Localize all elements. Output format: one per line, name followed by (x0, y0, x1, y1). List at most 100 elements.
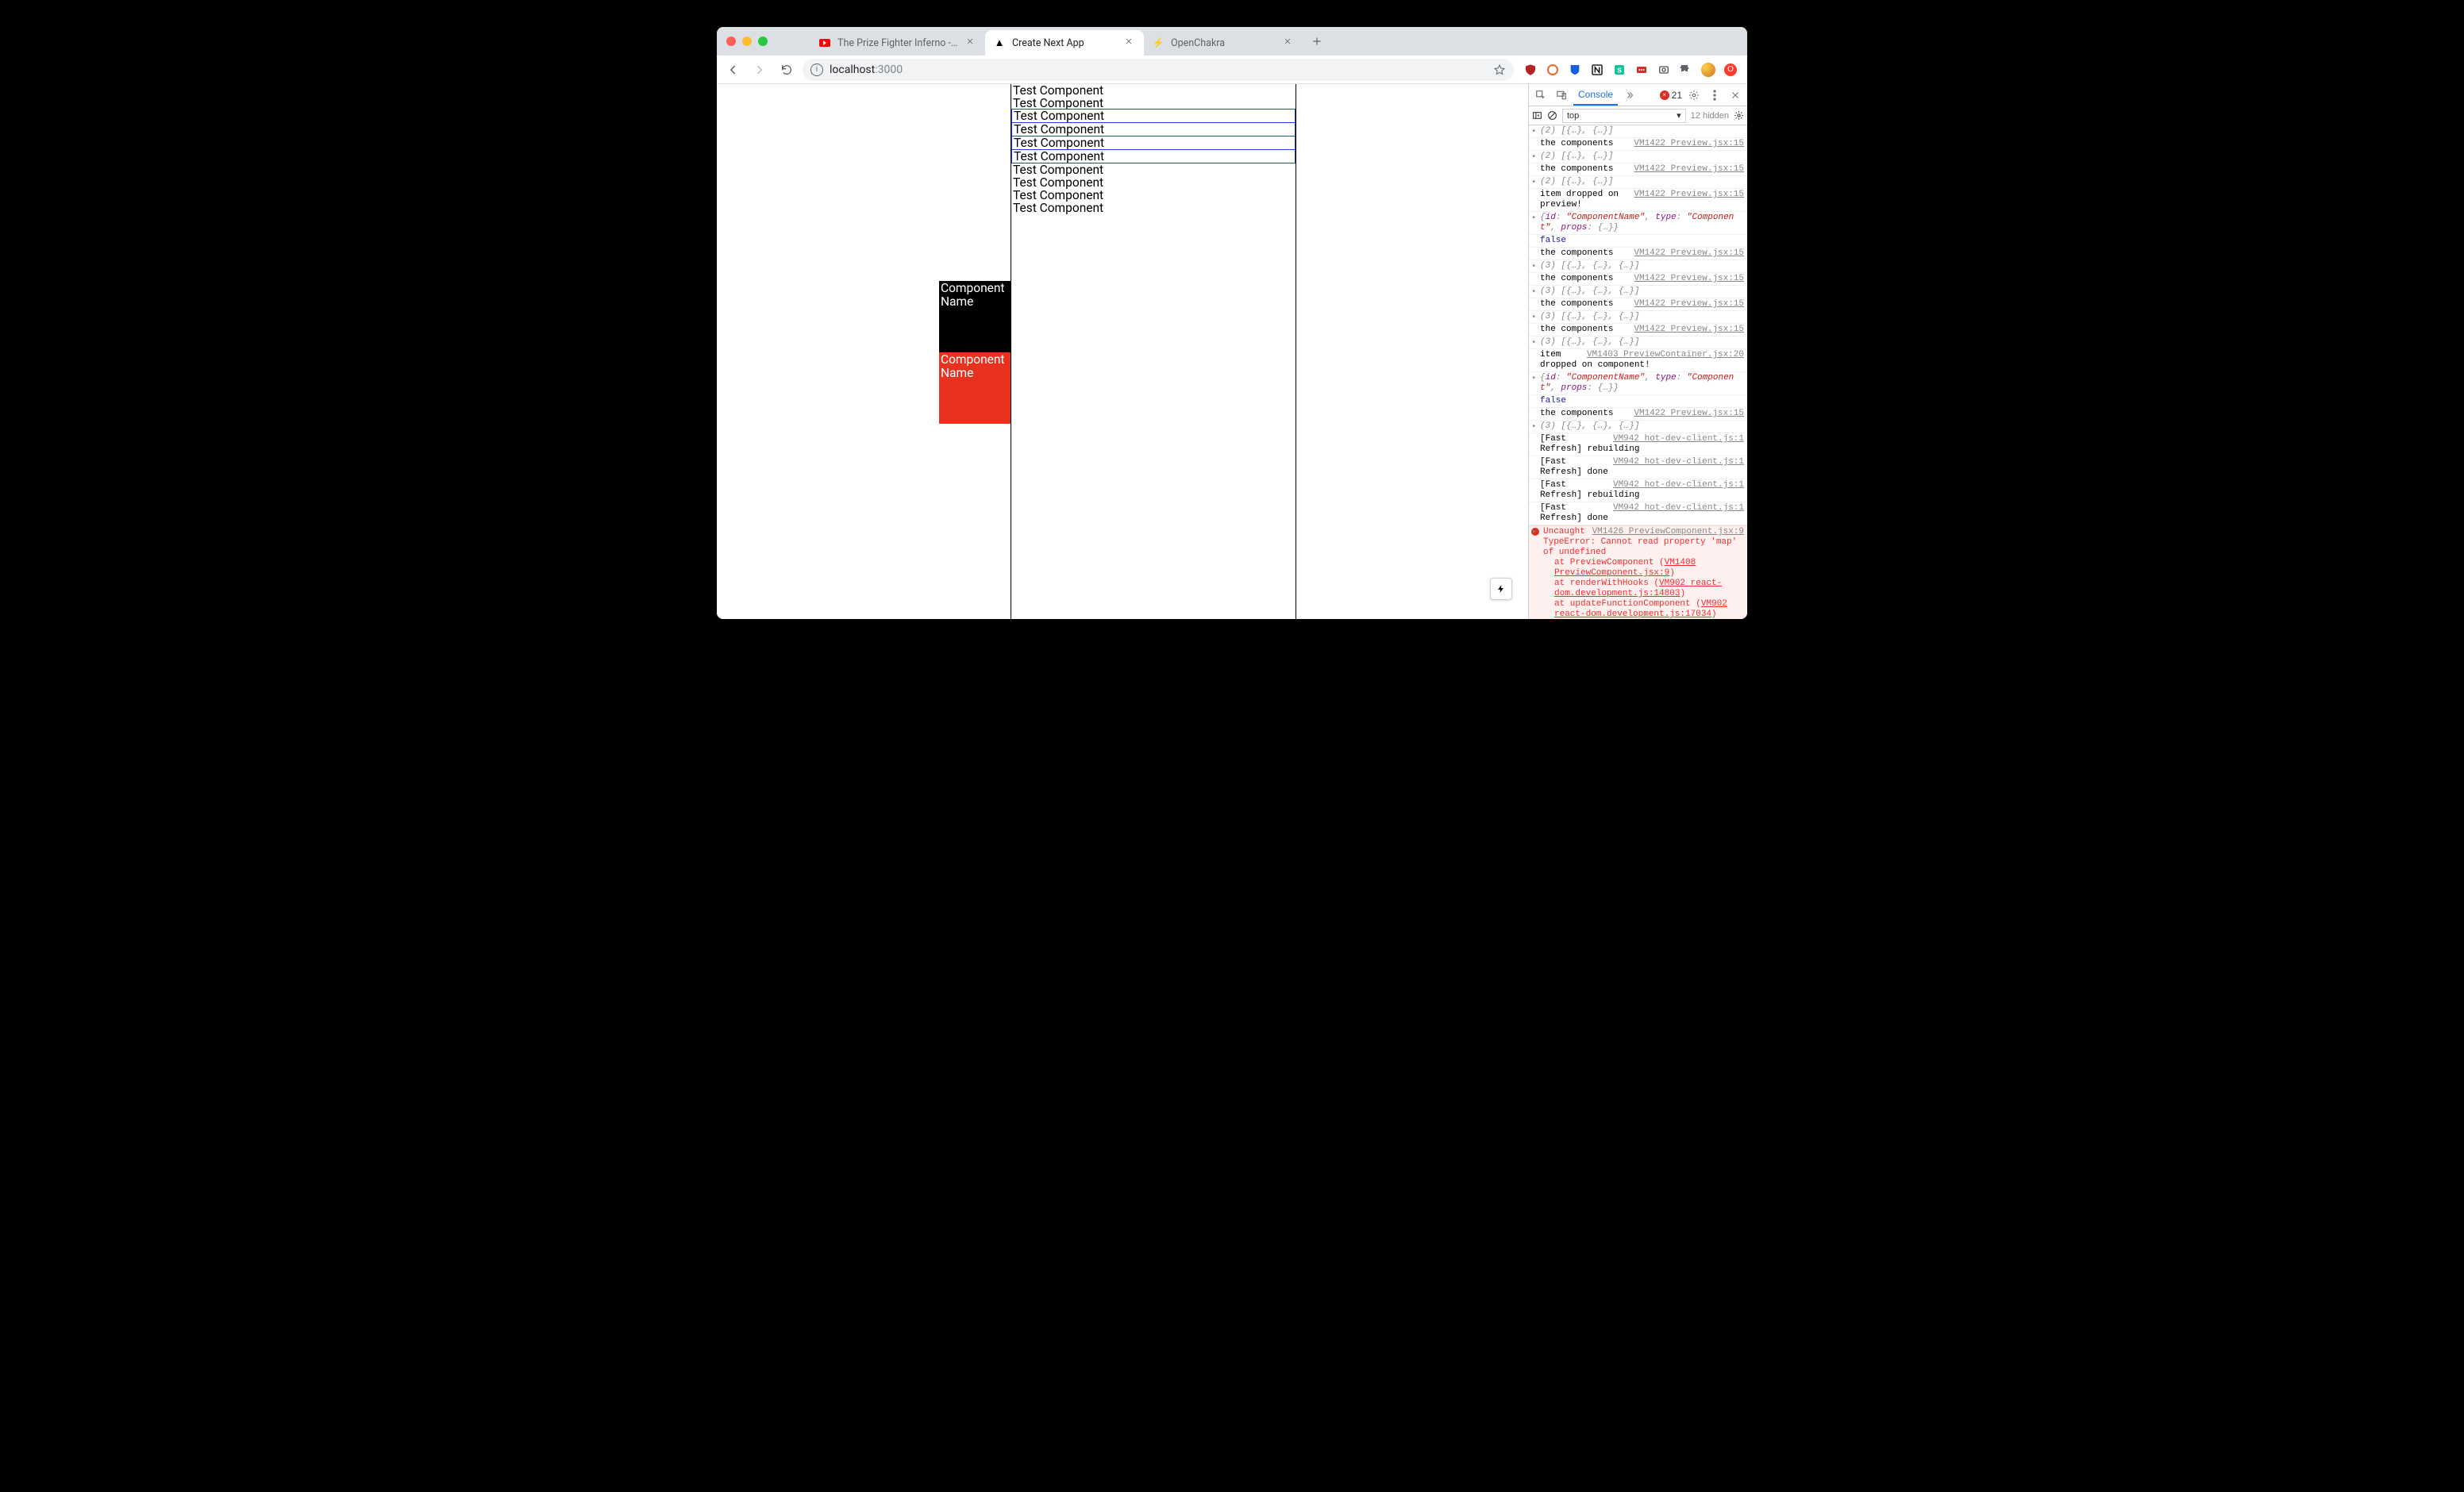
console-message[interactable]: false (1529, 395, 1747, 408)
clear-console-button[interactable] (1547, 110, 1557, 121)
browser-tab[interactable]: ⚡OpenChakra (1144, 30, 1303, 56)
source-link[interactable]: VM942 hot-dev-client.js:1 (1613, 434, 1744, 444)
maximize-window-button[interactable] (758, 37, 768, 46)
console-message[interactable]: (3) [{…}, {…}, {…}] (1529, 260, 1747, 273)
source-link[interactable]: VM1422 Preview.jsx:15 (1634, 299, 1744, 310)
inspect-element-button[interactable] (1532, 87, 1550, 104)
devtools-more-tabs[interactable] (1621, 87, 1638, 104)
preview-component-row[interactable]: Test Component (1011, 176, 1296, 189)
lastpass-icon[interactable] (1634, 63, 1649, 77)
console-message[interactable]: VM1422 Preview.jsx:15the components (1529, 298, 1747, 311)
minimize-window-button[interactable] (742, 37, 752, 46)
console-message[interactable]: VM942 hot-dev-client.js:1[Fast Refresh] … (1529, 456, 1747, 479)
address-bar[interactable]: i localhost:3000 (803, 59, 1514, 81)
tab-close-button[interactable] (1284, 37, 1295, 48)
console-message[interactable]: (2) [{…}, {…}] (1529, 151, 1747, 163)
hidden-messages-count[interactable]: 12 hidden (1691, 111, 1729, 121)
page-viewport[interactable]: Test ComponentTest ComponentTest Compone… (717, 84, 1528, 619)
notion-icon[interactable] (1590, 63, 1604, 77)
console-message[interactable]: VM1422 Preview.jsx:15the components (1529, 273, 1747, 286)
console-message[interactable]: VM1422 Preview.jsx:15the components (1529, 324, 1747, 336)
console-message[interactable]: (2) [{…}, {…}] (1529, 125, 1747, 138)
puzzle-icon[interactable] (1679, 63, 1693, 77)
preview-component-row[interactable]: Test Component (1011, 189, 1296, 202)
browser-tab[interactable]: ▲Create Next App (985, 30, 1144, 56)
source-link[interactable]: VM1422 Preview.jsx:15 (1634, 325, 1744, 335)
devtools-toolbar: Console × 21 (1529, 84, 1747, 106)
console-message[interactable]: (3) [{…}, {…}, {…}] (1529, 336, 1747, 349)
console-message[interactable]: VM942 hot-dev-client.js:1[Fast Refresh] … (1529, 479, 1747, 502)
avatar-icon[interactable] (1701, 63, 1715, 77)
source-link[interactable]: VM1422 Preview.jsx:15 (1634, 248, 1744, 259)
console-message[interactable]: (3) [{…}, {…}, {…}] (1529, 311, 1747, 324)
source-link[interactable]: VM1403 PreviewContainer.jsx:20 (1587, 350, 1744, 360)
console-sidebar-toggle[interactable] (1532, 110, 1542, 121)
console-message[interactable]: VM1422 Preview.jsx:15the components (1529, 163, 1747, 176)
bitwarden-icon[interactable] (1568, 63, 1582, 77)
bookmark-icon[interactable] (1493, 63, 1506, 76)
console-message[interactable]: VM942 hot-dev-client.js:1[Fast Refresh] … (1529, 433, 1747, 456)
devtools-settings-button[interactable] (1685, 87, 1703, 104)
browser-window: The Prize Fighter Inferno - Sta…▲Create … (717, 27, 1747, 619)
console-message[interactable]: {id: "ComponentName", type: "Component",… (1529, 212, 1747, 235)
dev-indicator-button[interactable] (1490, 578, 1512, 600)
palette-item[interactable]: Component Name (939, 281, 1011, 352)
source-link[interactable]: VM1422 Preview.jsx:15 (1634, 164, 1744, 175)
new-tab-button[interactable] (1306, 30, 1328, 52)
reload-button[interactable] (776, 59, 798, 81)
console-error-message[interactable]: VM1426 PreviewComponent.jsx:9Uncaught Ty… (1529, 525, 1747, 619)
preview-canvas[interactable]: Test ComponentTest ComponentTest Compone… (1011, 84, 1296, 619)
error-count-badge[interactable]: × 21 (1660, 90, 1682, 101)
preview-component-row[interactable]: Test Component (1011, 136, 1296, 150)
console-message[interactable]: (2) [{…}, {…}] (1529, 176, 1747, 189)
next-favicon-icon: ▲ (993, 37, 1006, 49)
console-message[interactable]: (3) [{…}, {…}, {…}] (1529, 421, 1747, 433)
preview-component-row[interactable]: Test Component (1011, 122, 1296, 137)
preview-component-row[interactable]: Test Component (1011, 163, 1296, 176)
o-circle-icon[interactable]: O (1723, 63, 1738, 77)
execution-context-selector[interactable]: top ▾ (1562, 109, 1686, 123)
console-message[interactable]: VM1422 Preview.jsx:15the components (1529, 138, 1747, 151)
forward-button[interactable] (749, 59, 771, 81)
console-message[interactable]: VM1422 Preview.jsx:15the components (1529, 248, 1747, 260)
console-message[interactable]: {id: "ComponentName", type: "Component",… (1529, 372, 1747, 395)
source-link[interactable]: VM1422 Preview.jsx:15 (1634, 409, 1744, 419)
console-log[interactable]: (2) [{…}, {…}]VM1422 Preview.jsx:15the c… (1529, 125, 1747, 619)
console-message[interactable]: (3) [{…}, {…}, {…}] (1529, 286, 1747, 298)
grammarly-icon[interactable]: S (1612, 63, 1627, 77)
devtools-tab-console[interactable]: Console (1573, 84, 1618, 106)
tab-close-button[interactable] (1125, 37, 1136, 48)
source-link[interactable]: VM1422 Preview.jsx:15 (1634, 139, 1744, 149)
console-settings-button[interactable] (1734, 110, 1744, 121)
palette-icon[interactable] (1546, 63, 1560, 77)
device-toolbar-button[interactable] (1553, 87, 1570, 104)
devtools-close-button[interactable] (1727, 87, 1744, 104)
console-message[interactable]: VM1403 PreviewContainer.jsx:20item dropp… (1529, 349, 1747, 372)
eyedropper-icon[interactable] (1657, 63, 1671, 77)
source-link[interactable]: VM1422 Preview.jsx:15 (1634, 274, 1744, 284)
browser-tab[interactable]: The Prize Fighter Inferno - Sta… (810, 30, 985, 56)
console-message[interactable]: VM942 hot-dev-client.js:1[Fast Refresh] … (1529, 502, 1747, 525)
close-window-button[interactable] (726, 37, 736, 46)
console-message[interactable]: false (1529, 235, 1747, 248)
preview-component-row[interactable]: Test Component (1011, 97, 1296, 110)
source-link[interactable]: VM1422 Preview.jsx:15 (1634, 190, 1744, 200)
console-message[interactable]: VM1422 Preview.jsx:15item dropped on pre… (1529, 189, 1747, 212)
tab-close-button[interactable] (966, 37, 977, 48)
console-message[interactable]: VM1422 Preview.jsx:15the components (1529, 408, 1747, 421)
preview-component-row[interactable]: Test Component (1011, 109, 1296, 123)
preview-component-row[interactable]: Test Component (1011, 202, 1296, 214)
source-link[interactable]: VM942 hot-dev-client.js:1 (1613, 480, 1744, 490)
site-info-icon[interactable]: i (810, 63, 823, 76)
source-link[interactable]: VM942 hot-dev-client.js:1 (1613, 503, 1744, 513)
source-link[interactable]: VM1426 PreviewComponent.jsx:9 (1592, 527, 1744, 537)
preview-component-row[interactable]: Test Component (1011, 84, 1296, 97)
tabs: The Prize Fighter Inferno - Sta…▲Create … (810, 27, 1303, 56)
ublock-icon[interactable] (1523, 63, 1538, 77)
preview-component-row[interactable]: Test Component (1011, 149, 1296, 163)
devtools-menu-button[interactable] (1706, 87, 1723, 104)
source-link[interactable]: VM942 hot-dev-client.js:1 (1613, 457, 1744, 467)
back-button[interactable] (722, 59, 744, 81)
svg-text:S: S (1617, 66, 1622, 74)
palette-item[interactable]: Component Name (939, 352, 1011, 424)
